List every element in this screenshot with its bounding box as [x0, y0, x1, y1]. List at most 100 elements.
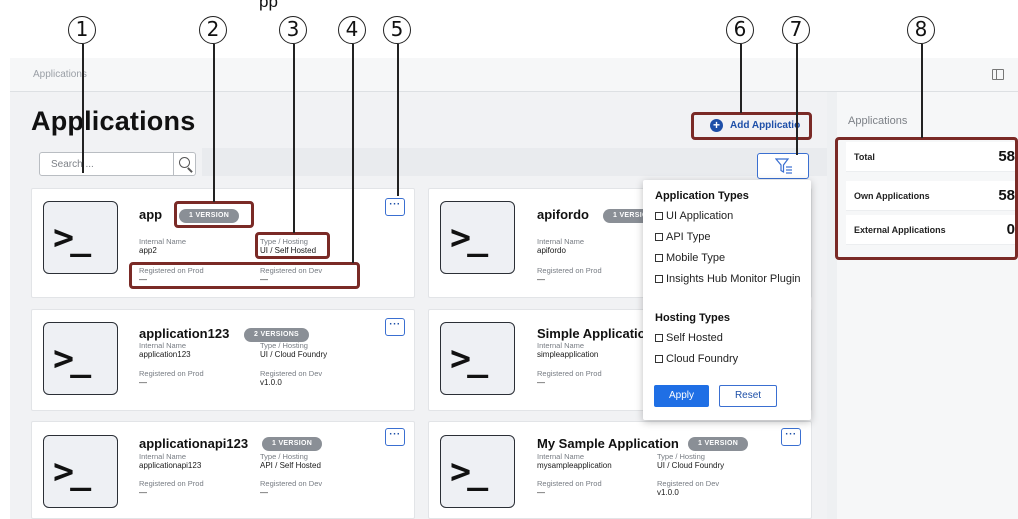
version-badge: 1 VERSION: [262, 437, 323, 451]
terminal-icon: >_: [450, 218, 488, 258]
terminal-icon: >_: [53, 339, 91, 379]
leader-line: [796, 44, 798, 155]
internal-name-label: Internal Name: [139, 341, 187, 350]
registered-prod-value: —: [537, 378, 545, 387]
add-application-label: Add Applicatio: [730, 119, 801, 131]
filter-option-mobile-type[interactable]: Mobile Type: [655, 251, 805, 265]
registered-dev-value: v1.0.0: [260, 378, 282, 387]
checkbox[interactable]: [655, 212, 663, 220]
checkbox[interactable]: [655, 355, 663, 363]
application-card[interactable]: >_ applicationapi123 1 VERSION Internal …: [31, 421, 415, 519]
leader-line: [213, 44, 215, 202]
internal-name-label: Internal Name: [537, 452, 585, 461]
type-hosting-label: Type / Hosting: [260, 452, 308, 461]
leader-line: [397, 44, 399, 196]
leader-line: [921, 44, 923, 138]
callout-6: 6: [726, 16, 754, 44]
application-card[interactable]: >_ application123 2 VERSIONS Internal Na…: [31, 309, 415, 411]
internal-name-label: Internal Name: [139, 237, 187, 246]
app-name[interactable]: applicationapi123: [139, 436, 248, 451]
stat-label: Total: [854, 152, 875, 162]
app-thumbnail: >_: [43, 322, 118, 395]
filter-option-api-type[interactable]: API Type: [655, 230, 805, 244]
more-options-button[interactable]: ···: [385, 428, 405, 446]
app-name[interactable]: apifordo: [537, 207, 589, 222]
type-hosting-value: API / Self Hosted: [260, 461, 321, 470]
stat-value: 0: [1006, 221, 1015, 238]
filter-option-ui-application[interactable]: UI Application: [655, 209, 805, 223]
application-types-heading: Application Types: [655, 190, 749, 202]
checkbox[interactable]: [655, 334, 663, 342]
type-hosting-label: Type / Hosting: [260, 237, 308, 246]
plus-icon: +: [710, 118, 723, 132]
internal-name-label: Internal Name: [537, 237, 585, 246]
internal-name-value: applicationapi123: [139, 461, 202, 470]
application-card[interactable]: >_ My Sample Application 1 VERSION Inter…: [428, 421, 812, 519]
type-hosting-value: UI / Cloud Foundry: [657, 461, 725, 470]
filter-option-cloud-foundry[interactable]: Cloud Foundry: [655, 352, 805, 366]
callout-4: 4: [338, 16, 366, 44]
app-thumbnail: >_: [440, 322, 515, 395]
stat-own-applications: Own Applications 58: [846, 181, 1016, 211]
apply-button[interactable]: Apply: [654, 385, 709, 407]
registered-prod-value: —: [139, 275, 147, 284]
breadcrumb[interactable]: Applications: [33, 69, 87, 80]
search-divider: [173, 153, 174, 175]
registered-prod-label: Registered on Prod: [537, 479, 602, 488]
callout-8: 8: [907, 16, 935, 44]
top-bar: Applications: [10, 58, 1018, 92]
stat-external-applications: External Applications 0: [846, 215, 1016, 245]
callout-5: 5: [383, 16, 411, 44]
leader-line: [82, 44, 84, 173]
annotated-screenshot: pp Applications Applications + Add Appli…: [0, 0, 1018, 519]
type-hosting-value: UI / Cloud Foundry: [260, 350, 328, 359]
leader-line: [293, 44, 295, 233]
search-input[interactable]: [40, 153, 172, 175]
registered-prod-value: —: [537, 488, 545, 497]
internal-name-label: Internal Name: [139, 452, 187, 461]
registered-prod-value: —: [139, 488, 147, 497]
type-hosting-label: Type / Hosting: [657, 452, 705, 461]
hosting-types-heading: Hosting Types: [655, 312, 730, 324]
leader-line: [740, 44, 742, 113]
app-name[interactable]: application123: [139, 326, 229, 341]
registered-dev-label: Registered on Dev: [260, 479, 323, 488]
stat-label: Own Applications: [854, 191, 930, 201]
checkbox[interactable]: [655, 275, 663, 283]
add-application-button[interactable]: + Add Applicatio: [710, 115, 800, 135]
version-badge: 1 VERSION: [179, 209, 240, 223]
internal-name-value: simpleapplication: [537, 350, 599, 359]
registered-dev-value: —: [260, 488, 268, 497]
type-hosting-label: Type / Hosting: [260, 341, 308, 350]
filter-button[interactable]: [757, 153, 809, 179]
checkbox[interactable]: [655, 254, 663, 262]
app-name[interactable]: My Sample Application: [537, 436, 679, 451]
application-card[interactable]: >_ app 1 VERSION Internal Name app2 Type…: [31, 188, 415, 298]
app-name[interactable]: app: [139, 207, 162, 222]
stats-panel: Applications Total 58 Own Applications 5…: [837, 92, 1018, 519]
reset-button[interactable]: Reset: [719, 385, 777, 407]
registered-dev-value: —: [260, 275, 268, 284]
terminal-icon: >_: [450, 452, 488, 492]
registered-dev-value: v1.0.0: [657, 488, 679, 497]
filter-dropdown: Application Types UI Application API Typ…: [643, 180, 811, 420]
filter-option-insights-hub-plugin[interactable]: Insights Hub Monitor Plugin: [655, 272, 805, 286]
filter-icon: [775, 158, 792, 174]
internal-name-label: Internal Name: [537, 341, 585, 350]
app-name[interactable]: Simple Application: [537, 326, 654, 341]
stat-total: Total 58: [846, 142, 1016, 172]
internal-name-value: app2: [139, 246, 157, 255]
search-icon[interactable]: [179, 157, 190, 168]
terminal-icon: >_: [53, 452, 91, 492]
app-thumbnail: >_: [43, 435, 118, 508]
filter-option-self-hosted[interactable]: Self Hosted: [655, 331, 805, 345]
terminal-icon: >_: [53, 218, 91, 258]
registered-prod-label: Registered on Prod: [537, 369, 602, 378]
more-options-button[interactable]: ···: [385, 198, 405, 216]
more-options-button[interactable]: ···: [781, 428, 801, 446]
more-options-button[interactable]: ···: [385, 318, 405, 336]
figure-title-fragment: pp: [259, 0, 278, 11]
checkbox[interactable]: [655, 233, 663, 241]
layout-toggle-icon[interactable]: [992, 69, 1004, 80]
stat-value: 58: [998, 187, 1015, 204]
